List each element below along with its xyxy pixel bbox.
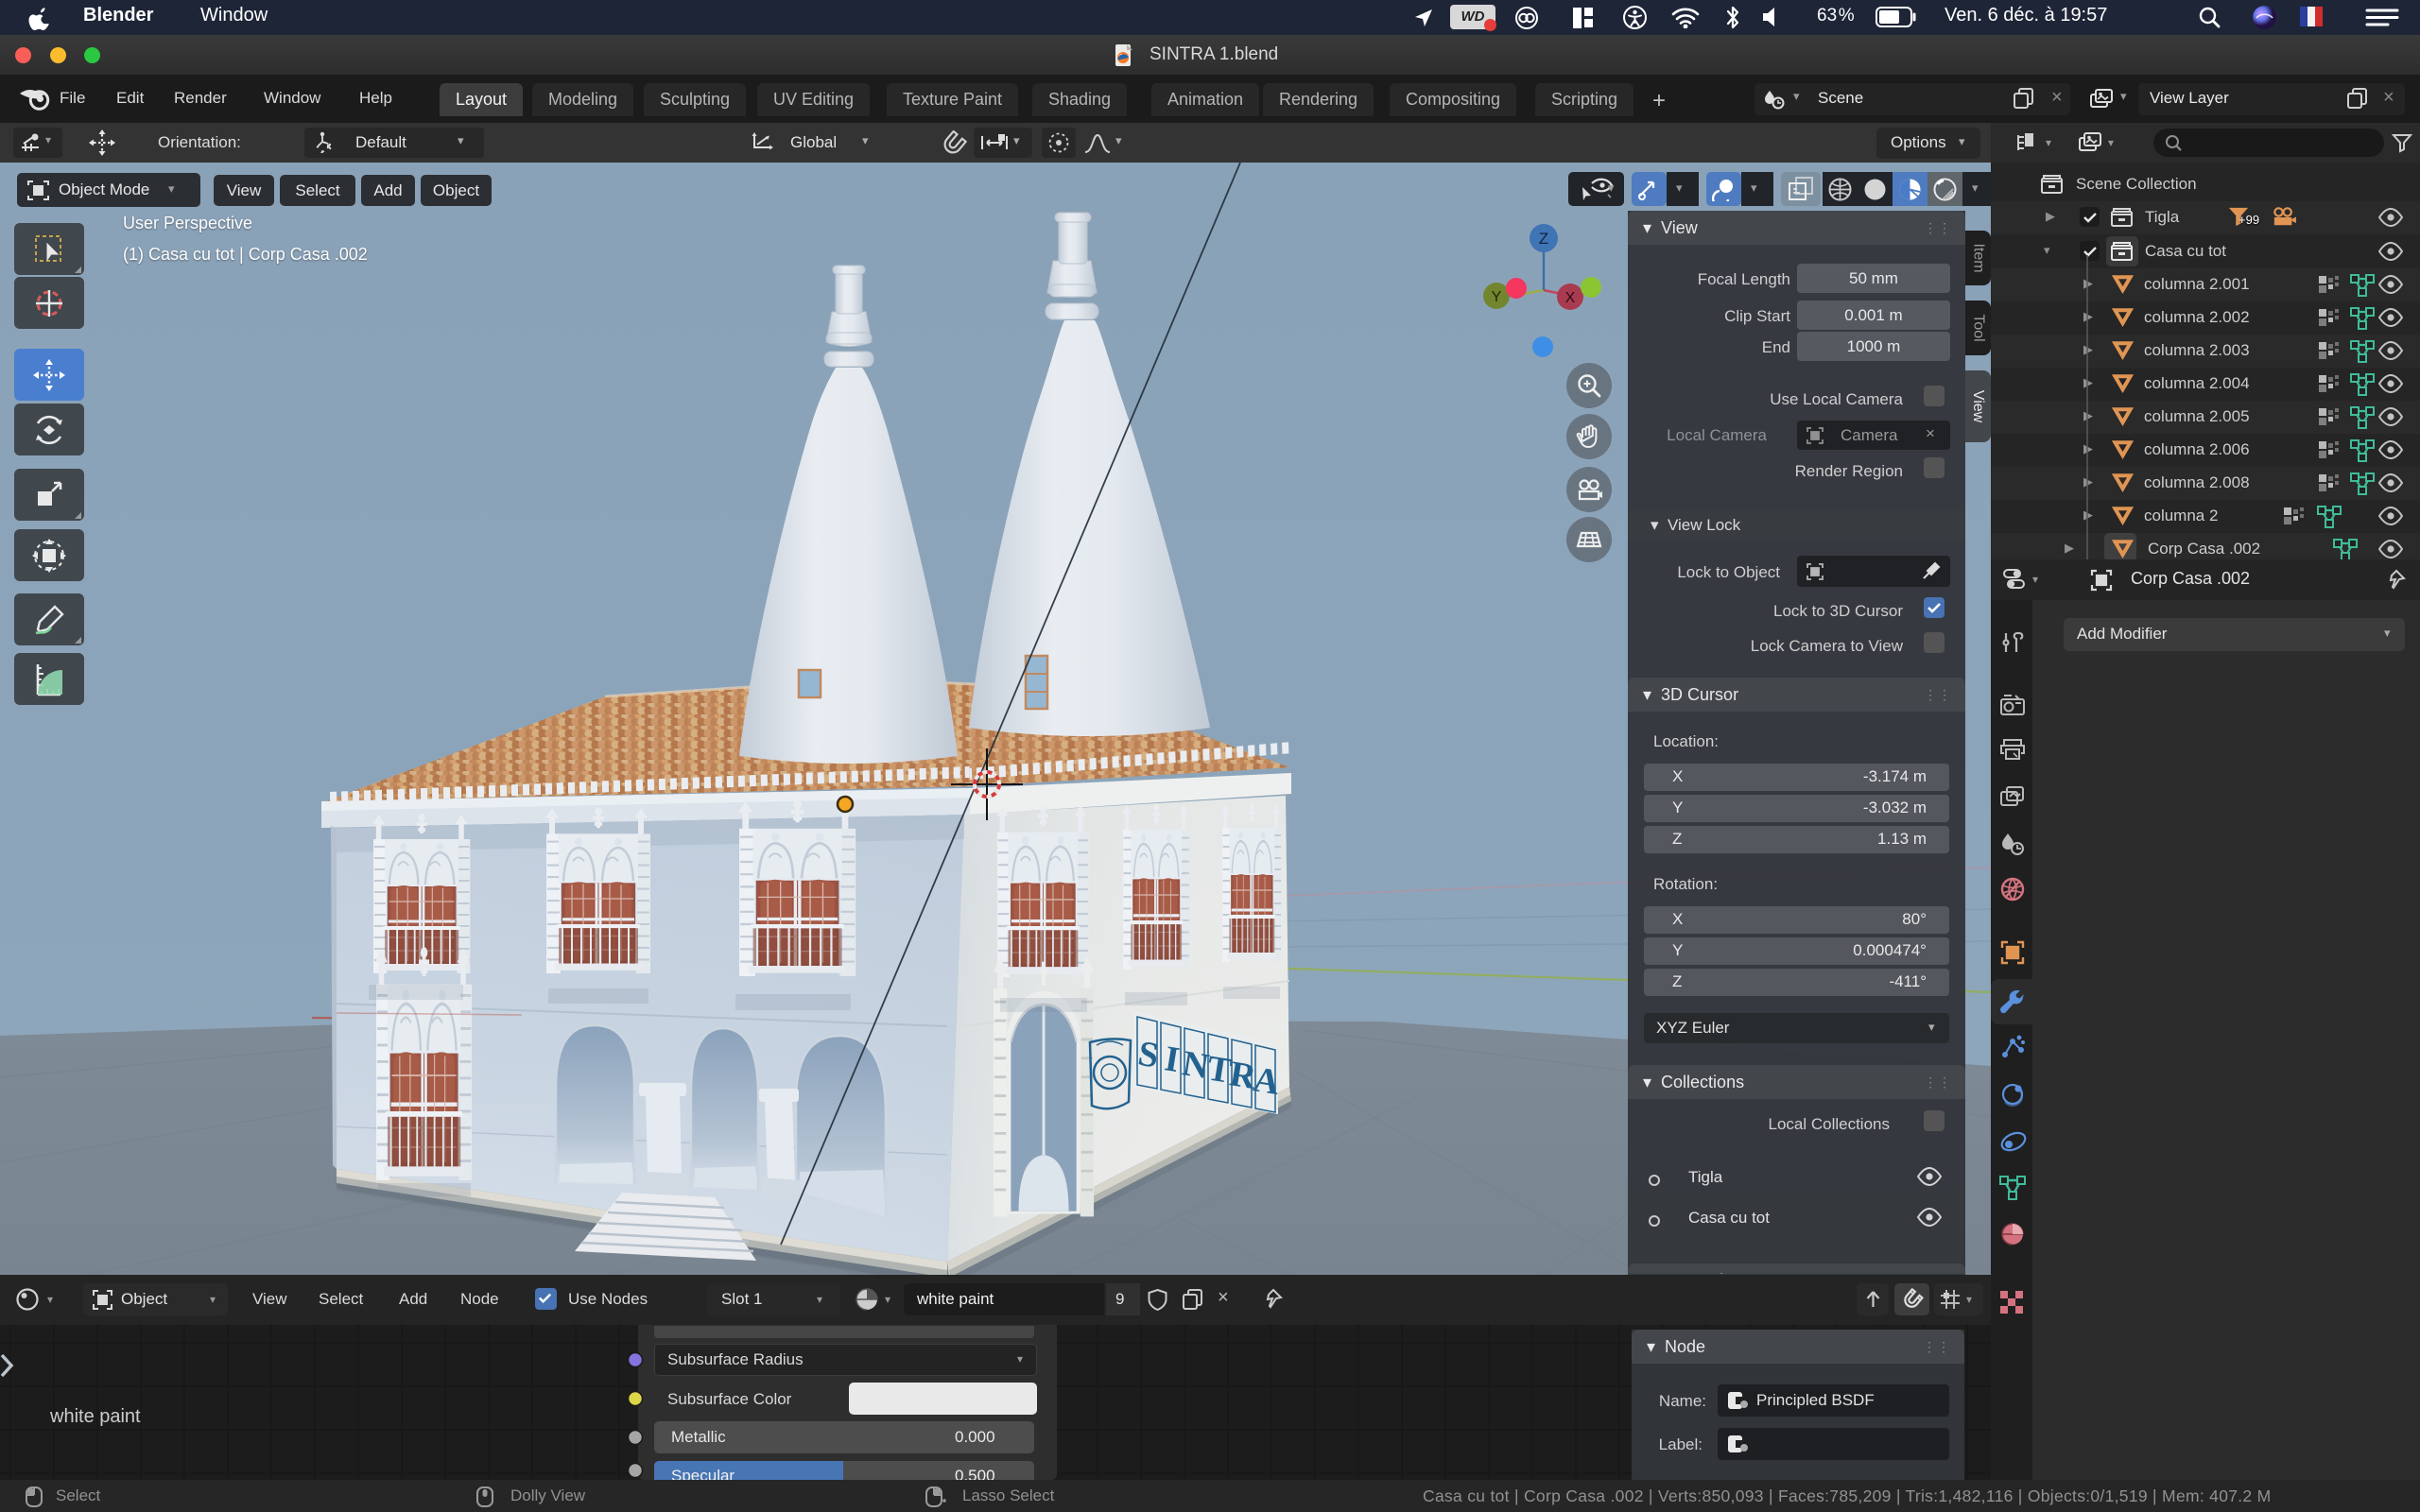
svg-text:Y: Y [1492,289,1502,305]
svg-text:X: X [1565,290,1576,306]
svg-text:Z: Z [1539,230,1548,248]
